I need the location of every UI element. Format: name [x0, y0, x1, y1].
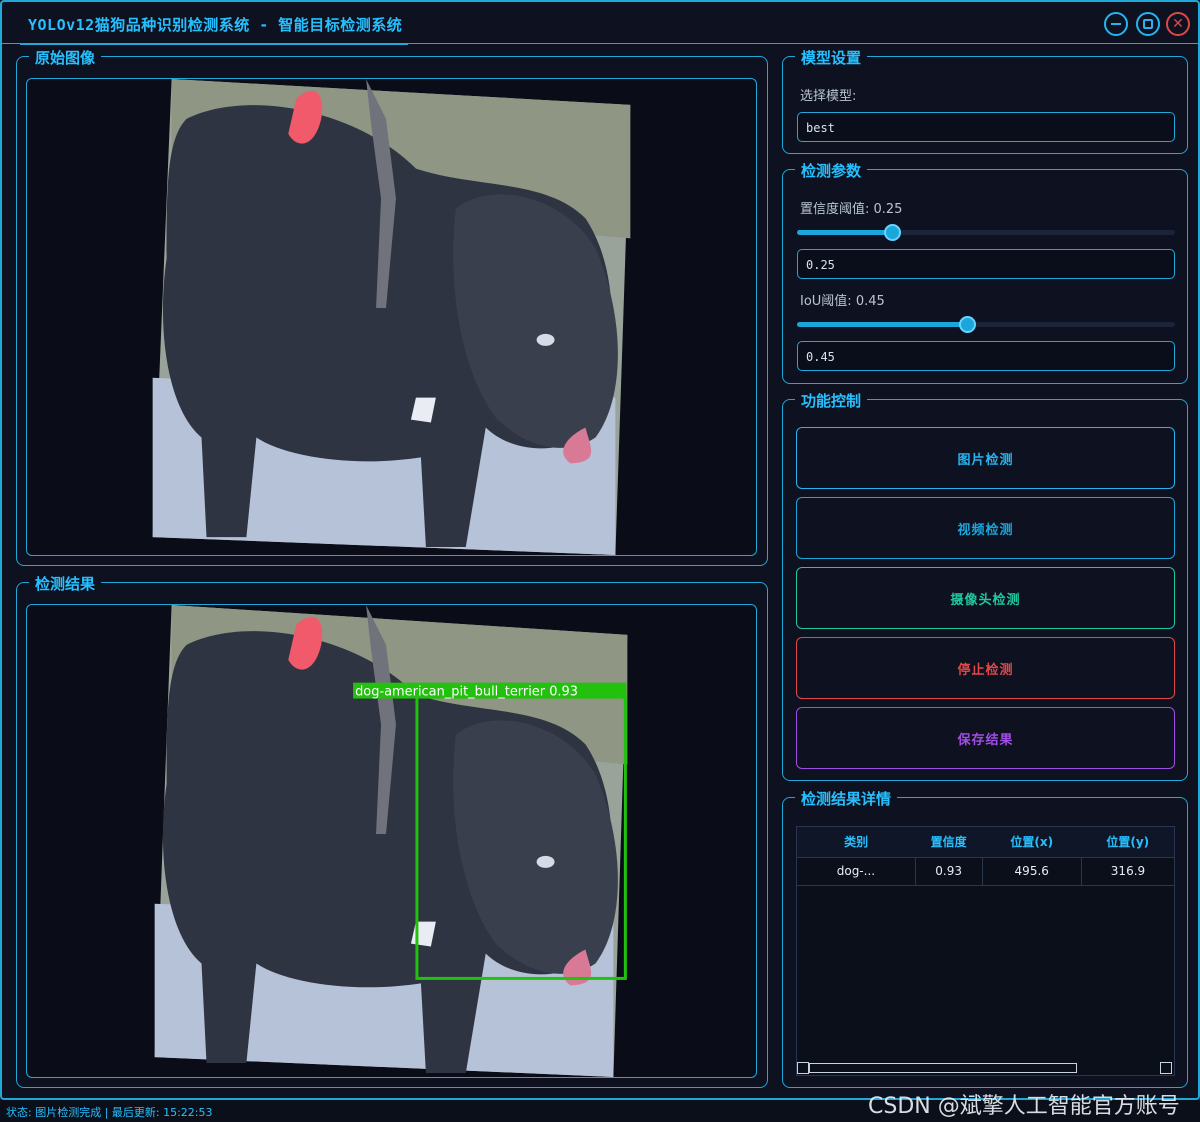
iou-input[interactable]: 0.45 [797, 341, 1175, 371]
iou-label: IoU阈值: 0.45 [800, 294, 885, 309]
original-image-frame [26, 78, 757, 556]
save-result-button[interactable]: 保存结果 [796, 707, 1175, 769]
window-title: YOLOv12猫狗品种识别检测系统 - 智能目标检测系统 [28, 16, 403, 34]
model-settings-title: 模型设置 [795, 47, 868, 68]
column-header-class[interactable]: 类别 [797, 827, 916, 858]
confidence-input[interactable]: 0.25 [797, 249, 1175, 279]
minimize-icon [1111, 23, 1121, 25]
close-button[interactable]: ✕ [1166, 12, 1190, 36]
original-image-title: 原始图像 [29, 47, 102, 68]
cell-x: 495.6 [982, 857, 1082, 886]
title-bar: YOLOv12猫狗品种识别检测系统 - 智能目标检测系统 ✕ [2, 2, 1198, 45]
results-detail-panel: 检测结果详情 类别 置信度 位置(x) 位置(y) dog-... 0.93 4… [782, 788, 1188, 1088]
original-image-panel: 原始图像 [16, 47, 768, 566]
results-detail-title: 检测结果详情 [795, 788, 898, 809]
close-icon: ✕ [1172, 16, 1184, 32]
table-row[interactable]: dog-... 0.93 495.6 316.9 [797, 857, 1174, 886]
video-detect-button[interactable]: 视频检测 [796, 497, 1175, 559]
original-dog-image [152, 79, 631, 555]
title-underline [20, 42, 408, 45]
model-settings-panel: 模型设置 选择模型: best [782, 47, 1188, 154]
table-header-row: 类别 置信度 位置(x) 位置(y) [797, 827, 1174, 858]
detection-label-text: dog-american_pit_bull_terrier 0.93 [355, 685, 578, 700]
confidence-slider-handle[interactable] [884, 224, 901, 241]
maximize-icon [1143, 19, 1153, 29]
confidence-slider-fill [797, 230, 892, 235]
confidence-label: 置信度阈值: 0.25 [800, 202, 903, 217]
minimize-button[interactable] [1104, 12, 1128, 36]
maximize-button[interactable] [1136, 12, 1160, 36]
horizontal-scrollbar[interactable] [797, 1061, 1174, 1075]
iou-slider[interactable] [797, 316, 1175, 333]
cell-y: 316.9 [1081, 857, 1174, 886]
cell-class: dog-... [797, 857, 916, 886]
result-dog-image: dog-american_pit_bull_terrier 0.93 [154, 605, 628, 1077]
camera-detect-button[interactable]: 摄像头检测 [796, 567, 1175, 629]
result-image-frame: dog-american_pit_bull_terrier 0.93 [26, 604, 757, 1078]
cell-confidence: 0.93 [915, 857, 983, 886]
results-table: 类别 置信度 位置(x) 位置(y) dog-... 0.93 495.6 31… [796, 826, 1175, 1076]
select-model-label: 选择模型: [800, 89, 857, 104]
detection-params-title: 检测参数 [795, 160, 868, 181]
model-select[interactable]: best [797, 112, 1175, 142]
column-header-confidence[interactable]: 置信度 [915, 827, 982, 858]
confidence-slider[interactable] [797, 224, 1175, 241]
app-window: YOLOv12猫狗品种识别检测系统 - 智能目标检测系统 ✕ 原始图像 检测结果… [0, 0, 1200, 1100]
scroll-left-arrow[interactable] [797, 1062, 809, 1074]
scroll-right-arrow[interactable] [1160, 1062, 1172, 1074]
watermark-text: CSDN @斌擎人工智能官方账号 [868, 1094, 1180, 1119]
iou-slider-handle[interactable] [959, 316, 976, 333]
result-image-title: 检测结果 [29, 573, 102, 594]
iou-slider-fill [797, 322, 967, 327]
scroll-thumb[interactable] [809, 1063, 1077, 1073]
column-header-x[interactable]: 位置(x) [982, 827, 1082, 858]
image-detect-button[interactable]: 图片检测 [796, 427, 1175, 489]
result-image-panel: 检测结果 dog-american_pit_bull_terrier 0.93 [16, 573, 768, 1088]
detection-params-panel: 检测参数 置信度阈值: 0.25 0.25 IoU阈值: 0.45 0.45 [782, 160, 1188, 384]
function-controls-panel: 功能控制 图片检测 视频检测 摄像头检测 停止检测 保存结果 [782, 390, 1188, 781]
stop-detect-button[interactable]: 停止检测 [796, 637, 1175, 699]
status-bar: 状态: 图片检测完成 | 最后更新: 15:22:53 [6, 1106, 213, 1119]
column-header-y[interactable]: 位置(y) [1081, 827, 1174, 858]
function-controls-title: 功能控制 [795, 390, 868, 411]
